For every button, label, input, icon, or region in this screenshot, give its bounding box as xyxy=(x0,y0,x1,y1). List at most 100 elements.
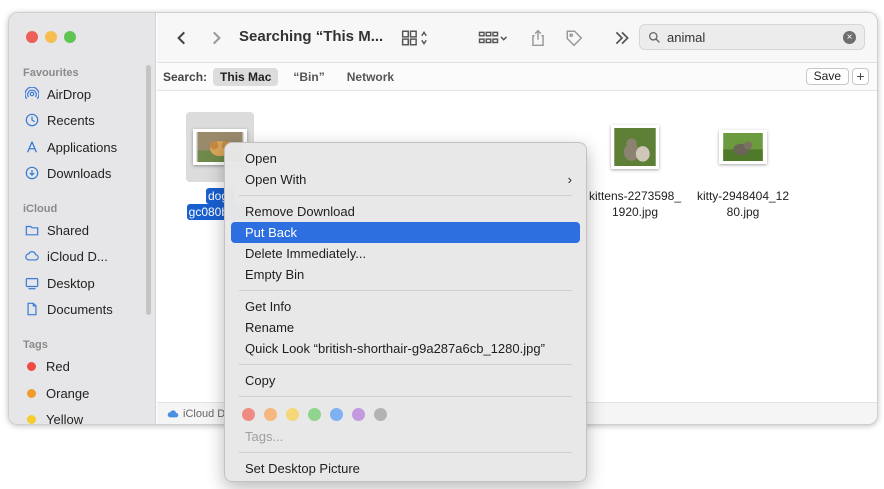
scope-bin[interactable]: “Bin” xyxy=(286,68,331,86)
sidebar-item-label: Red xyxy=(46,358,70,374)
save-search-button[interactable]: Save xyxy=(805,68,849,85)
download-icon xyxy=(25,166,39,180)
clear-search-icon[interactable]: × xyxy=(843,31,856,44)
back-button[interactable] xyxy=(173,27,191,49)
sidebar-item-downloads[interactable]: Downloads xyxy=(25,162,111,184)
toolbar: Searching “This M... × xyxy=(157,13,877,63)
minimize-window-button[interactable] xyxy=(45,31,57,43)
file-name: kittens-2273598_ 1920.jpg xyxy=(588,189,682,219)
purple-tag-color-button[interactable] xyxy=(352,407,365,421)
sidebar-section-tags: Tags xyxy=(23,339,48,351)
sidebar-item-label: Orange xyxy=(46,385,90,401)
zoom-window-button[interactable] xyxy=(64,31,76,43)
red-tag-color-button[interactable] xyxy=(242,407,255,421)
clock-icon xyxy=(25,113,39,127)
context-menu: Open Open With › Remove Download Put Bac… xyxy=(224,142,587,482)
menu-item-quick-look[interactable]: Quick Look “british-shorthair-g9a287a6cb… xyxy=(231,338,580,359)
double-chevron-right-icon xyxy=(615,31,629,45)
window-title: Searching “This M... xyxy=(239,28,384,45)
add-criteria-button[interactable]: + xyxy=(852,68,869,85)
sidebar-item-label: Documents xyxy=(47,301,113,317)
sidebar-tag-yellow[interactable]: Yellow xyxy=(25,408,84,425)
sidebar-item-airdrop[interactable]: AirDrop xyxy=(25,83,91,105)
yellow-tag-color-button[interactable] xyxy=(286,407,299,421)
file-item-kittens[interactable]: kittens-2273598_ 1920.jpg xyxy=(580,112,690,220)
scope-this-mac[interactable]: This Mac xyxy=(213,67,279,86)
sidebar-item-desktop[interactable]: Desktop xyxy=(25,272,95,294)
menu-item-get-info[interactable]: Get Info xyxy=(231,296,580,317)
menu-item-tags: Tags... xyxy=(245,429,284,444)
sidebar-tag-red[interactable]: Red xyxy=(25,355,70,377)
green-tag-color-button[interactable] xyxy=(308,407,321,421)
close-window-button[interactable] xyxy=(26,31,38,43)
menu-separator xyxy=(239,290,572,291)
chevron-left-icon xyxy=(177,31,185,45)
tag-color-row xyxy=(225,402,586,426)
search-scope-bar: Search: This Mac “Bin” Network Save + xyxy=(157,63,877,91)
file-thumbnail[interactable] xyxy=(580,112,690,182)
cloud-icon xyxy=(167,409,179,417)
share-button[interactable] xyxy=(529,27,547,49)
window-controls xyxy=(26,31,76,43)
chevron-right-icon xyxy=(213,31,221,45)
menu-item-empty-bin[interactable]: Empty Bin xyxy=(231,264,580,285)
sidebar-item-label: Recents xyxy=(47,112,95,128)
shared-folder-icon xyxy=(25,223,39,237)
sidebar-item-label: AirDrop xyxy=(47,86,92,102)
sidebar-section-icloud: iCloud xyxy=(23,203,58,215)
more-toolbar-button[interactable] xyxy=(613,27,631,49)
file-thumbnail[interactable] xyxy=(688,112,798,182)
menu-item-copy[interactable]: Copy xyxy=(231,370,580,391)
applications-icon xyxy=(25,140,39,154)
sidebar-item-label: Applications xyxy=(47,139,118,155)
tag-icon xyxy=(566,30,583,47)
sidebar-section-favourites: Favourites xyxy=(23,67,79,79)
menu-item-label: Open With xyxy=(245,172,307,187)
menu-item-set-desktop-picture[interactable]: Set Desktop Picture xyxy=(231,458,580,479)
scope-network[interactable]: Network xyxy=(340,68,401,86)
menu-separator xyxy=(239,195,572,196)
search-input[interactable] xyxy=(667,29,837,45)
sidebar-item-applications[interactable]: Applications xyxy=(25,136,117,158)
kittens-photo-icon xyxy=(611,125,659,169)
cloud-icon xyxy=(25,249,39,263)
orange-tag-color-button[interactable] xyxy=(264,407,277,421)
sidebar-tag-orange[interactable]: Orange xyxy=(25,382,89,404)
menu-item-open-with[interactable]: Open With › xyxy=(231,169,580,190)
group-by-button[interactable] xyxy=(475,27,511,49)
grey-tag-color-button[interactable] xyxy=(374,407,387,421)
sidebar: Favourites AirDrop Recents Applications … xyxy=(9,13,156,424)
search-field[interactable]: × xyxy=(639,24,865,50)
orange-tag-dot-icon xyxy=(27,388,36,398)
sidebar-item-label: Yellow xyxy=(46,411,84,425)
menu-item-open[interactable]: Open xyxy=(231,148,580,169)
chevron-right-icon: › xyxy=(567,172,572,187)
view-mode-button[interactable] xyxy=(397,27,433,49)
sidebar-item-icloud-drive[interactable]: iCloud D... xyxy=(25,245,108,267)
menu-item-remove-download[interactable]: Remove Download xyxy=(231,201,580,222)
menu-item-delete-immediately[interactable]: Delete Immediately... xyxy=(231,243,580,264)
menu-item-rename[interactable]: Rename xyxy=(231,317,580,338)
group-grid-icon xyxy=(478,31,508,44)
path-bar-label[interactable]: iCloud D xyxy=(183,408,225,420)
icon-grid-updown-icon xyxy=(401,30,427,46)
share-icon xyxy=(532,29,544,47)
kitty-photo-icon xyxy=(719,130,767,164)
menu-item-put-back[interactable]: Put Back xyxy=(231,222,580,243)
sidebar-item-label: Shared xyxy=(47,222,89,238)
menu-separator xyxy=(239,452,572,453)
sidebar-scrollbar[interactable] xyxy=(146,65,151,315)
scope-label: Search: xyxy=(163,69,208,84)
file-name: kitty-2948404_12 80.jpg xyxy=(696,189,790,219)
desktop-icon xyxy=(25,276,39,290)
sidebar-item-documents[interactable]: Documents xyxy=(25,298,113,320)
sidebar-item-label: Desktop xyxy=(47,275,95,291)
airdrop-icon xyxy=(25,87,39,101)
sidebar-item-shared[interactable]: Shared xyxy=(25,219,89,241)
tag-button[interactable] xyxy=(565,27,583,49)
menu-separator xyxy=(239,396,572,397)
blue-tag-color-button[interactable] xyxy=(330,407,343,421)
forward-button[interactable] xyxy=(207,27,225,49)
sidebar-item-recents[interactable]: Recents xyxy=(25,109,95,131)
file-item-kitty[interactable]: kitty-2948404_12 80.jpg xyxy=(688,112,798,220)
